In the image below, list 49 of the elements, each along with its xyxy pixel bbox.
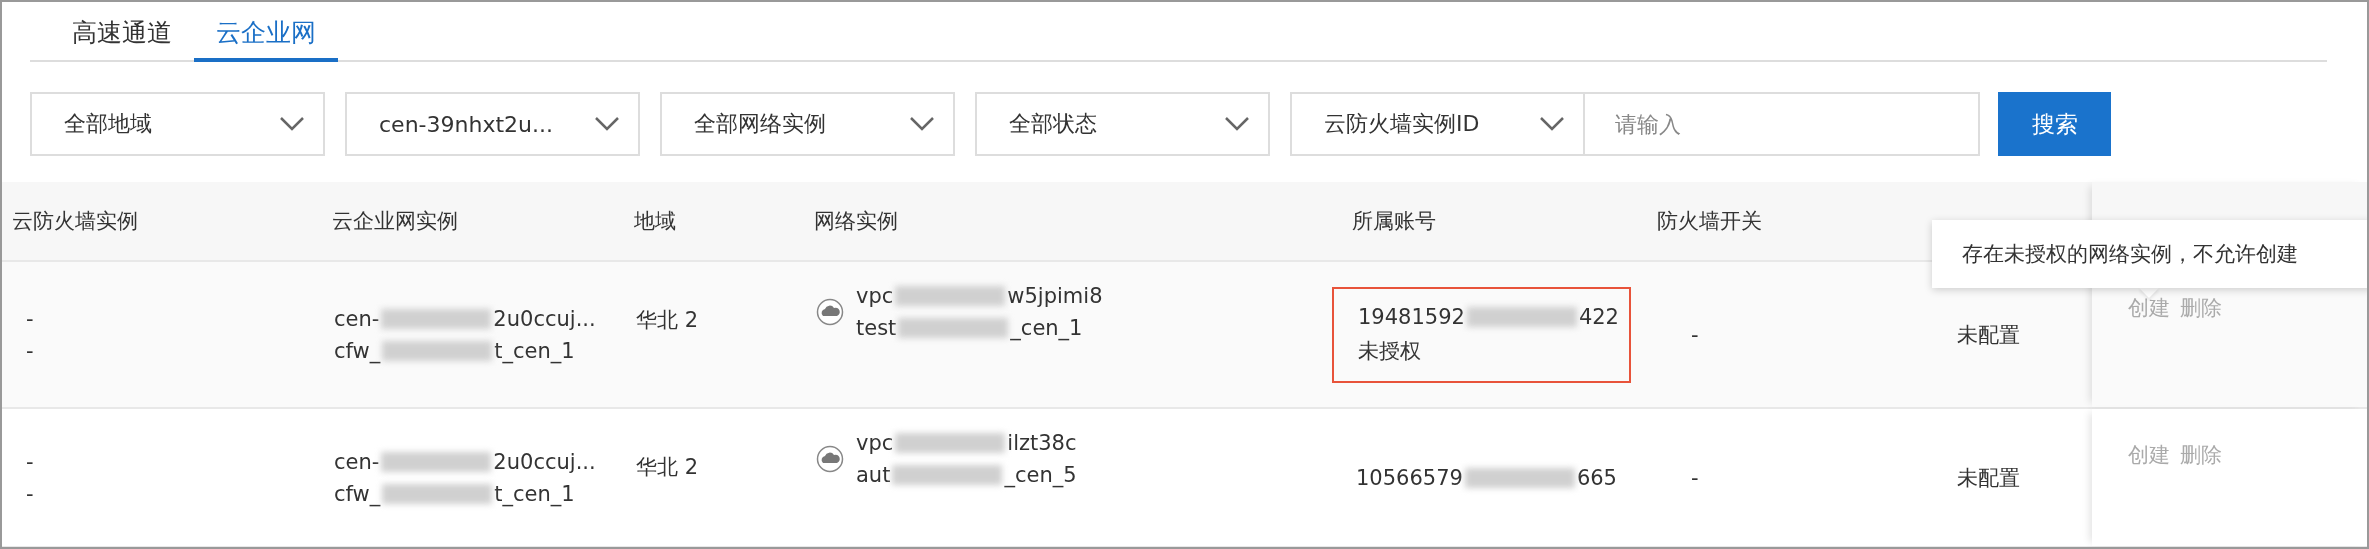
table-cell-text: 华北 2 [636,307,700,334]
dropdown-value: 全部地域 [64,110,152,138]
chevron-down-icon [279,116,305,132]
table-cell-text: test _cen_1 [856,316,1084,340]
dropdown-value: 全部状态 [1009,110,1097,138]
search-button[interactable]: 搜索 [1998,92,2111,156]
table-cell: vpc ilzt38c [856,431,1077,455]
column-header: 所属账号 [1351,208,1437,235]
cloud-icon [816,298,844,326]
column-header: 云防火墙实例 [11,208,139,235]
table-cell: vpc w5jpimi8 [856,284,1103,308]
search-field[interactable]: 请输入 [1583,92,1980,156]
dropdown[interactable]: 全部状态 [975,92,1270,156]
table-cell-text: cen- 2u0ccuj... [334,449,597,474]
tab[interactable]: 高速通道 [50,2,194,62]
dropdown-value: 全部网络实例 [694,110,826,138]
chevron-down-icon [594,116,620,132]
column-header: 防火墙开关 [1656,208,1763,235]
dropdown[interactable]: 全部网络实例 [660,92,955,156]
table-cell-text: - [26,449,35,474]
table-cell: 19481592 422 [1358,304,1619,329]
tooltip: 存在未授权的网络实例，不允许创建 [1932,220,2367,288]
dropdown-value: cen-39nhxt2u... [379,111,553,137]
table-cell-text: cen- 2u0ccuj... [334,306,597,331]
table-cell-text: - [26,481,35,506]
table-cell-text: - [26,338,35,363]
dropdown[interactable]: 全部地域 [30,92,325,156]
table-cell-text: cfw_ t_cen_1 [334,481,576,506]
table-cell-text: 华北 2 [636,454,700,481]
column-header: 云企业网实例 [331,208,459,235]
table-cell-text: 未配置 [1957,464,2021,492]
cloud-icon [816,445,844,473]
column-header: 地域 [633,208,677,235]
table-cell: 10566579 665 [1356,465,1617,490]
table-cell-text: - [1691,322,1700,347]
dropdown-value: 云防火墙实例ID [1324,110,1480,138]
table-cell-text: 未授权 [1358,337,1422,365]
dropdown[interactable]: cen-39nhxt2u... [345,92,640,156]
chevron-down-icon [1539,116,1565,132]
chevron-down-icon [909,116,935,132]
table-cell: aut _cen_5 [856,463,1077,487]
column-header: 网络实例 [813,208,899,235]
table-cell-text: - [26,306,35,331]
table-cell-text: cfw_ t_cen_1 [334,338,576,363]
chevron-down-icon [1224,116,1250,132]
table-cell-text: - [1691,465,1700,490]
dropdown[interactable]: 云防火墙实例ID [1290,92,1585,156]
table-cell-text: 未配置 [1957,321,2021,349]
tab[interactable]: 云企业网 [194,2,338,62]
